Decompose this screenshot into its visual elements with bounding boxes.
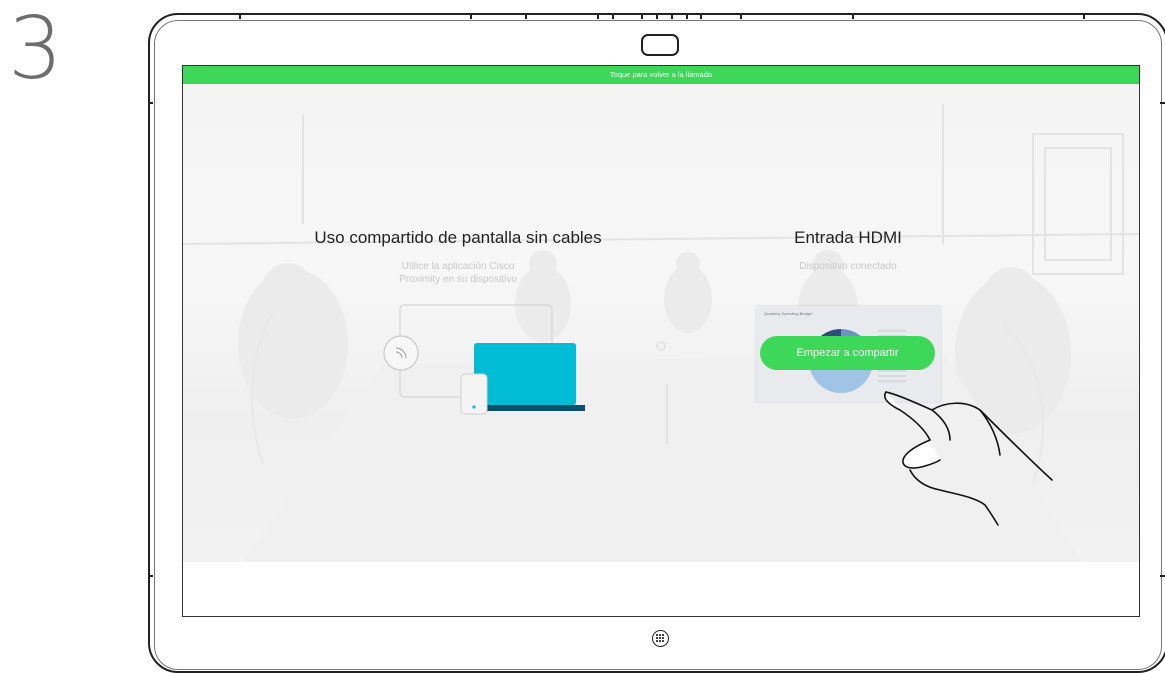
- tapping-hand-icon: [884, 391, 1053, 526]
- home-keypad-icon[interactable]: [652, 630, 669, 647]
